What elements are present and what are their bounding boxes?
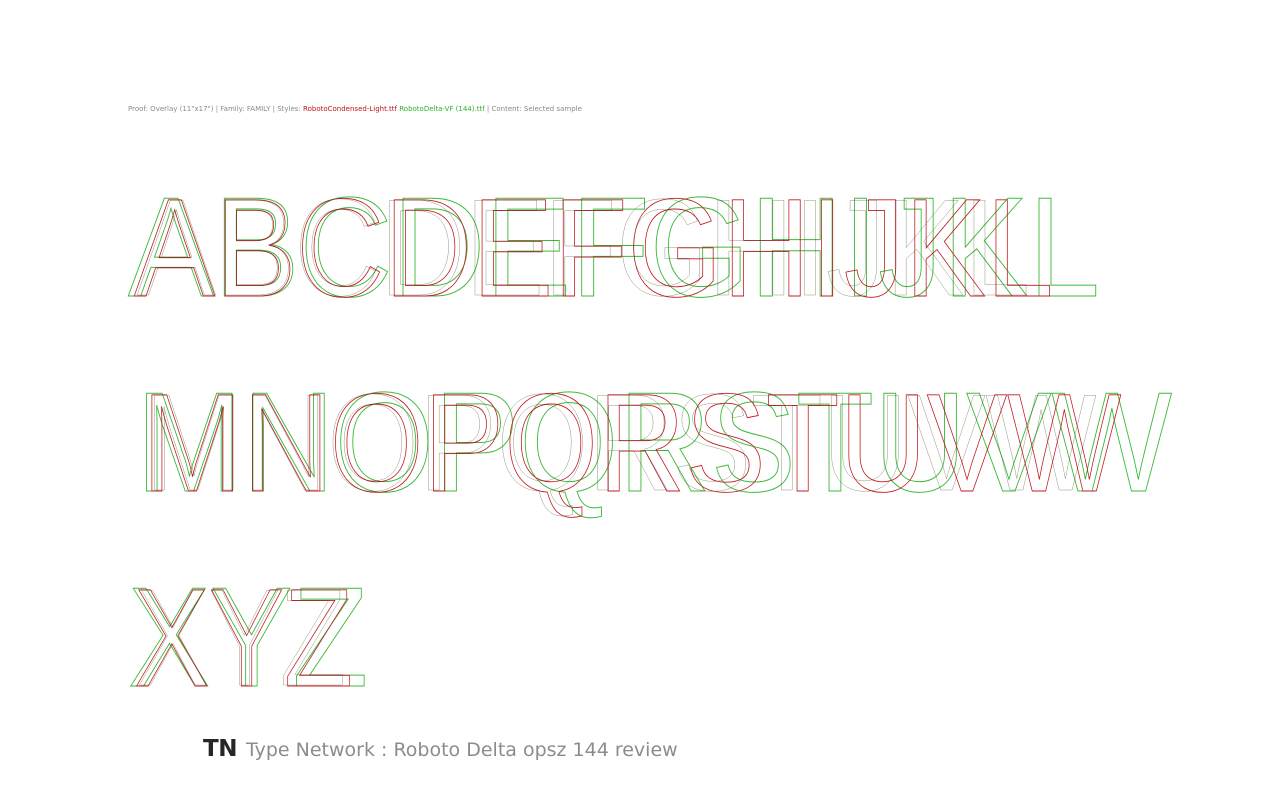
footer: TN Type Network : Roboto Delta opsz 144 … — [203, 736, 678, 766]
glyph-row-2: MNOPQRSTUVW MNOPQRSTUVW MNOPQRSTUVW — [0, 363, 1280, 523]
header-prefix: Proof: Overlay (11"x17") | Family: FAMIL… — [128, 105, 304, 113]
style-b-label: RobotoDelta-VF (144).ttf — [399, 105, 485, 113]
type-network-logo: TN — [203, 736, 237, 762]
glyph-row-1-inner: ABCDEFGHIJKL — [137, 170, 1030, 324]
glyph-row-3: XYZ XYZ XYZ — [0, 558, 1280, 718]
header-suffix: | Content: Selected sample — [484, 105, 582, 113]
glyph-row-2-inner: MNOPQRSTUVW — [145, 365, 1096, 519]
glyph-row-3-inner: XYZ — [137, 560, 346, 714]
footer-title: Type Network : Roboto Delta opsz 144 rev… — [245, 739, 678, 761]
proof-header: Proof: Overlay (11"x17") | Family: FAMIL… — [128, 105, 582, 113]
style-a-label: RobotoCondensed-Light.ttf — [303, 105, 397, 113]
glyph-row-1: ABCDEFGHIJKL ABCDEFGHIJKL ABCDEFGHIJKL — [0, 168, 1280, 328]
